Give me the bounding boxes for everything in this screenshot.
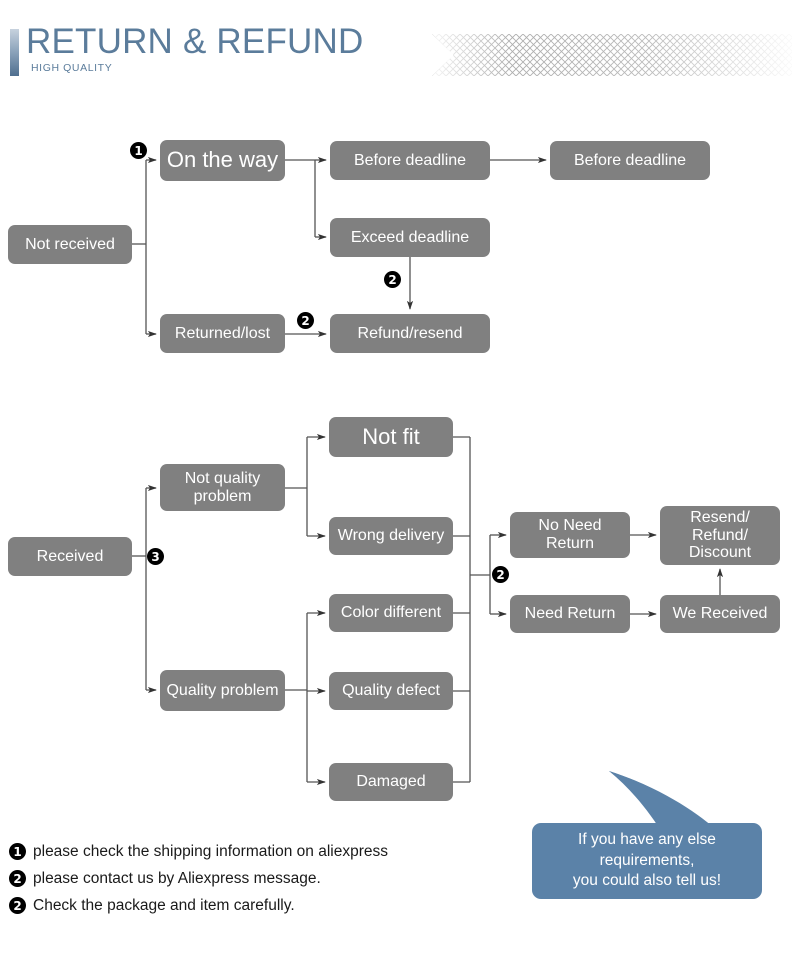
step-marker-2b: 2 (384, 271, 401, 288)
legend-item: 2 please contact us by Aliexpress messag… (9, 865, 479, 892)
speech-bubble-text: If you have any else requirements, you c… (532, 823, 762, 899)
legend-bullet-icon: 1 (9, 843, 26, 860)
legend-list: 1 please check the shipping information … (9, 838, 479, 919)
flow-node-returned-lost[interactable]: Returned/lost (160, 314, 285, 353)
legend-item: 2 Check the package and item carefully. (9, 892, 479, 919)
page-subtitle: HIGH QUALITY (31, 62, 113, 74)
flow-node-exceed-deadline[interactable]: Exceed deadline (330, 218, 490, 257)
flow-node-wrong-delivery[interactable]: Wrong delivery (329, 517, 453, 555)
step-marker-1: 1 (130, 142, 147, 159)
page-title: RETURN & REFUND (26, 22, 364, 61)
legend-item-label: please check the shipping information on… (33, 842, 388, 860)
step-marker-2a: 2 (297, 312, 314, 329)
flow-node-color-different[interactable]: Color different (329, 594, 453, 632)
flow-node-we-received[interactable]: We Received (660, 595, 780, 633)
flow-node-before-deadline[interactable]: Before deadline (330, 141, 490, 180)
page-header: RETURN & REFUND HIGH QUALITY (0, 0, 800, 100)
legend-bullet-icon: 2 (9, 897, 26, 914)
flow-node-on-the-way[interactable]: On the way (160, 140, 285, 181)
flow-node-resend-refund-discount[interactable]: Resend/ Refund/ Discount (660, 506, 780, 565)
flow-node-received[interactable]: Received (8, 537, 132, 576)
crosshatch-banner-icon (432, 34, 792, 76)
flow-node-not-fit[interactable]: Not fit (329, 417, 453, 457)
flow-node-quality-defect[interactable]: Quality defect (329, 672, 453, 710)
speech-bubble: If you have any else requirements, you c… (525, 755, 790, 927)
legend-item: 1 please check the shipping information … (9, 838, 479, 865)
legend-bullet-icon: 2 (9, 870, 26, 887)
step-marker-2c: 2 (492, 566, 509, 583)
flow-node-before-deadline-2[interactable]: Before deadline (550, 141, 710, 180)
header-accent-bar (10, 29, 19, 76)
step-marker-3: 3 (147, 548, 164, 565)
flow-node-refund-resend[interactable]: Refund/resend (330, 314, 490, 353)
flow-node-not-quality-problem[interactable]: Not quality problem (160, 464, 285, 511)
legend-item-label: Check the package and item carefully. (33, 896, 295, 914)
flow-node-no-need-return[interactable]: No Need Return (510, 512, 630, 558)
flow-node-need-return[interactable]: Need Return (510, 595, 630, 633)
legend-item-label: please contact us by Aliexpress message. (33, 869, 321, 887)
flow-node-quality-problem[interactable]: Quality problem (160, 670, 285, 711)
flow-node-damaged[interactable]: Damaged (329, 763, 453, 801)
flow-node-not-received[interactable]: Not received (8, 225, 132, 264)
